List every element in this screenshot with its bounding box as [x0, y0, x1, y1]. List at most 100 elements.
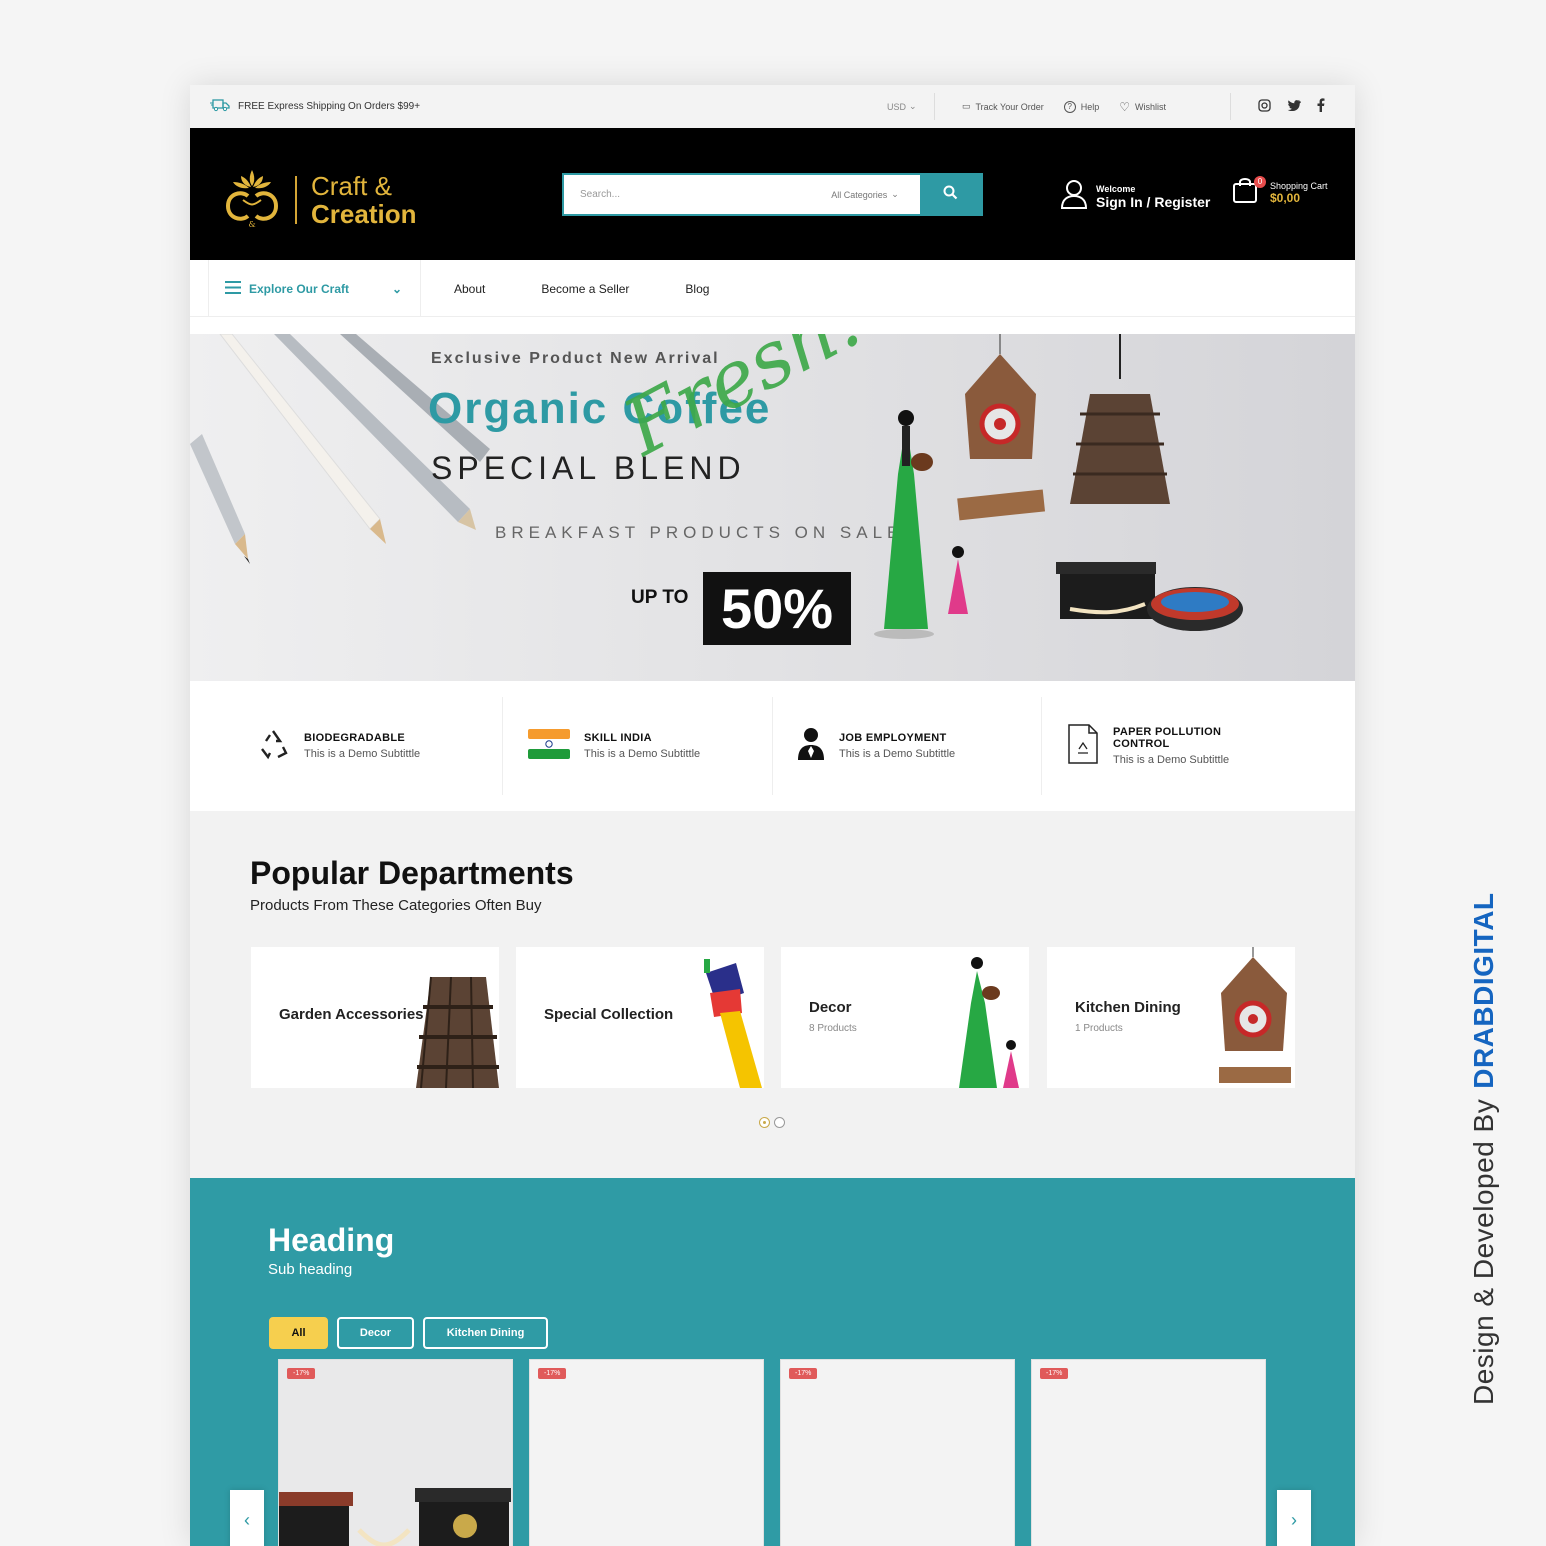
explore-menu[interactable]: Explore Our Craft ⌄ [208, 260, 421, 317]
main-nav: Explore Our Craft ⌄ About Become a Selle… [190, 260, 1355, 317]
department-card[interactable]: Decor 8 Products [781, 947, 1029, 1088]
help-label: Help [1080, 101, 1100, 112]
carousel-next-button[interactable]: › [1277, 1490, 1311, 1546]
hamburger-icon [225, 280, 241, 297]
account-link[interactable]: Welcome Sign In / Register [1060, 179, 1210, 214]
truck-small-icon: ▭ [962, 101, 971, 111]
svg-text:&: & [248, 220, 255, 228]
nav-item-blog[interactable]: Blog [685, 282, 709, 296]
carousel-dot[interactable] [774, 1117, 785, 1128]
department-card[interactable]: Kitchen Dining 1 Products [1047, 947, 1295, 1088]
logo-text: Craft & Creation [311, 172, 416, 228]
twitter-icon[interactable] [1287, 99, 1301, 114]
signin-label: Sign In / Register [1096, 193, 1211, 210]
credit-prefix: Design & Developed By [1468, 1098, 1499, 1405]
currency-label: USD [887, 101, 907, 112]
carousel-dot[interactable] [759, 1117, 770, 1128]
chevron-down-icon: ⌄ [391, 281, 402, 296]
product-card[interactable]: -17% [278, 1359, 513, 1546]
filter-all[interactable]: All [269, 1317, 328, 1349]
product-card[interactable]: -17% [529, 1359, 764, 1546]
welcome-label: Welcome [1096, 183, 1136, 194]
logo-line-2: Creation [311, 198, 417, 229]
facebook-icon[interactable] [1317, 98, 1325, 115]
top-links: ▭ Track Your Order ? Help ♡ Wishlist [962, 85, 1166, 128]
instagram-icon[interactable] [1258, 98, 1271, 115]
filter-decor[interactable]: Decor [337, 1317, 414, 1349]
track-order-label: Track Your Order [975, 101, 1044, 112]
logo[interactable]: & Craft & Creation [223, 166, 416, 233]
popular-departments: Popular Departments Products From These … [190, 811, 1355, 1178]
feature-job-employment: JOB EMPLOYMENT This is a Demo Subtittle [797, 697, 955, 795]
shipping-text: FREE Express Shipping On Orders $99+ [238, 101, 421, 112]
carousel-prev-button[interactable]: ‹ [230, 1490, 264, 1546]
lamp-shade-image [416, 976, 499, 1088]
feature-paper-pollution: PAPER POLLUTION CONTROL This is a Demo S… [1067, 697, 1263, 795]
top-bar: FREE Express Shipping On Orders $99+ USD… [190, 85, 1355, 128]
hero-sale-text: BREAKFAST PRODUCTS ON SALE [495, 523, 904, 542]
track-order-link[interactable]: ▭ Track Your Order [962, 101, 1044, 112]
feature-title: PAPER POLLUTION CONTROL [1113, 726, 1222, 750]
crafts-image [874, 334, 1243, 639]
logo-divider [295, 175, 297, 224]
cart-link[interactable]: 0 Shopping Cart $0,00 [1232, 176, 1328, 209]
hero-upto: UP TO [631, 587, 689, 608]
main-header: & Craft & Creation Search... All Categor… [190, 128, 1355, 260]
paper-recycle-icon [1067, 723, 1099, 770]
search-bar: Search... All Categories ⌄ [562, 173, 983, 216]
department-count: 8 Products [809, 1023, 857, 1034]
department-count: 1 Products [1075, 1023, 1123, 1034]
hero-banner[interactable]: Exclusive Product New Arrival Organic Co… [190, 334, 1355, 681]
department-name: Decor [809, 999, 852, 1016]
feature-subtitle: This is a Demo Subtittle [839, 748, 956, 760]
birdhouse-image [1219, 947, 1291, 1083]
nav-item-become-seller[interactable]: Become a Seller [541, 282, 629, 296]
chevron-down-icon: ⌄ [891, 189, 899, 199]
filter-tabs: All Decor Kitchen Dining [269, 1317, 548, 1349]
water-gun-image [704, 959, 762, 1088]
currency-select[interactable]: USD ⌄ [887, 85, 917, 128]
help-icon: ? [1063, 100, 1076, 113]
hero-discount: 50% [703, 572, 851, 645]
explore-label: Explore Our Craft [249, 281, 350, 296]
jewelry-box-image [279, 1488, 511, 1546]
feature-biodegradable: BIODEGRADABLE This is a Demo Subtittle [256, 697, 420, 795]
product-card[interactable]: -17% [1031, 1359, 1266, 1546]
feature-subtitle: This is a Demo Subtittle [304, 748, 421, 760]
designer-credit: Design & Developed By DRABDIGITAL [1468, 892, 1500, 1405]
department-name: Garden Accessories [279, 1006, 424, 1023]
nav-item-about[interactable]: About [454, 282, 485, 296]
discount-badge: -17% [1040, 1368, 1069, 1379]
search-button[interactable] [920, 175, 981, 214]
wishlist-link[interactable]: ♡ Wishlist [1119, 100, 1166, 114]
product-section: Heading Sub heading All Decor Kitchen Di… [190, 1178, 1355, 1546]
user-icon [1060, 179, 1088, 214]
help-link[interactable]: ? Help [1063, 100, 1100, 113]
cart-count-badge: 0 [1254, 176, 1266, 188]
page: FREE Express Shipping On Orders $99+ USD… [190, 85, 1355, 1546]
chevron-right-icon: › [1291, 1509, 1297, 1530]
product-card[interactable]: -17% [780, 1359, 1015, 1546]
discount-badge: -17% [538, 1368, 567, 1379]
india-flag-icon [528, 728, 570, 764]
divider [772, 697, 773, 795]
nav-menu: About Become a Seller Blog [454, 260, 709, 317]
search-input[interactable]: Search... [564, 175, 810, 214]
feature-title: JOB EMPLOYMENT [839, 732, 947, 744]
section-subheading: Sub heading [268, 1261, 353, 1278]
feature-title: SKILL INDIA [584, 732, 652, 744]
discount-badge: -17% [789, 1368, 818, 1379]
employee-icon [797, 727, 825, 766]
filter-kitchen-dining[interactable]: Kitchen Dining [423, 1317, 548, 1349]
section-heading: Heading [268, 1222, 395, 1258]
department-card[interactable]: Garden Accessories [251, 947, 499, 1088]
wishlist-label: Wishlist [1135, 101, 1166, 112]
chevron-left-icon: ‹ [244, 1509, 250, 1530]
logo-line-1: Craft & [311, 170, 392, 201]
discount-badge: -17% [287, 1368, 316, 1379]
section-subheading: Products From These Categories Often Buy [250, 897, 542, 914]
department-card[interactable]: Special Collection [516, 947, 764, 1088]
search-icon [943, 185, 958, 205]
category-select[interactable]: All Categories ⌄ [810, 175, 920, 214]
divider [1041, 697, 1042, 795]
